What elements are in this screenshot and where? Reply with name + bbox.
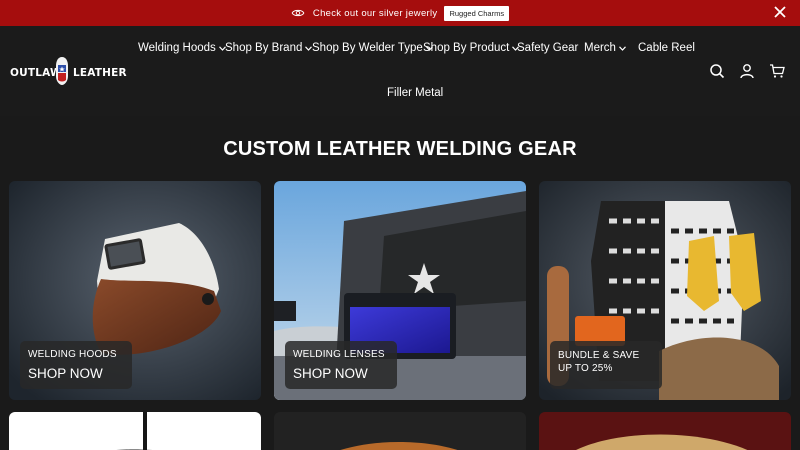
main-navigation: Welding Hoods Shop By Brand Shop By Weld… bbox=[130, 26, 695, 116]
product-image-partial bbox=[576, 434, 748, 450]
card-label: WELDING LENSES SHOP NOW bbox=[285, 341, 397, 389]
category-card-row2-2[interactable] bbox=[274, 412, 526, 450]
cart-icon[interactable] bbox=[769, 63, 785, 79]
nav-label: Welding Hoods bbox=[138, 42, 216, 54]
category-card-row2-1[interactable] bbox=[9, 412, 261, 450]
nav-item-shop-by-brand[interactable]: Shop By Brand bbox=[225, 42, 313, 54]
nav-label: Merch bbox=[584, 42, 616, 54]
nav-item-welding-hoods[interactable]: Welding Hoods bbox=[138, 42, 226, 54]
site-logo[interactable]: OUTLAW LEATHER bbox=[10, 56, 127, 86]
category-card-row2-3[interactable] bbox=[539, 412, 791, 450]
category-card-bundle[interactable]: BUNDLE & SAVE UP TO 25% bbox=[539, 181, 791, 400]
product-image-partial bbox=[340, 442, 458, 450]
account-icon[interactable] bbox=[739, 63, 755, 79]
eye-icon bbox=[291, 9, 305, 17]
search-icon[interactable] bbox=[709, 63, 725, 79]
nav-item-safety-gear[interactable]: Safety Gear bbox=[517, 42, 578, 54]
shop-now-link[interactable]: SHOP NOW bbox=[28, 366, 124, 381]
card-title[interactable]: BUNDLE & SAVE UP TO 25% bbox=[558, 349, 654, 375]
nav-item-shop-by-product[interactable]: Shop By Product bbox=[423, 42, 520, 54]
page-title: CUSTOM LEATHER WELDING GEAR bbox=[223, 138, 577, 160]
shop-now-link[interactable]: SHOP NOW bbox=[293, 366, 389, 381]
nav-label: Shop By Welder Type bbox=[312, 42, 423, 54]
nav-label: Safety Gear bbox=[517, 42, 579, 54]
rugged-charms-button[interactable]: Rugged Charms bbox=[444, 5, 510, 21]
chevron-down-icon bbox=[619, 45, 626, 51]
card-label: BUNDLE & SAVE UP TO 25% bbox=[550, 341, 662, 389]
category-card-welding-lenses[interactable]: WELDING LENSES SHOP NOW bbox=[274, 181, 526, 400]
nav-item-filler-metal[interactable]: Filler Metal bbox=[387, 87, 443, 99]
category-card-welding-hoods[interactable]: WELDING HOODS SHOP NOW bbox=[9, 181, 261, 400]
nav-item-shop-by-welder-type[interactable]: Shop By Welder Type bbox=[312, 42, 433, 54]
nav-item-merch[interactable]: Merch bbox=[584, 42, 626, 54]
card-title: WELDING HOODS bbox=[28, 349, 117, 360]
nav-label: Cable Reel bbox=[638, 42, 695, 54]
close-icon[interactable] bbox=[774, 6, 786, 18]
announcement-bar: Check out our silver jewerly Rugged Char… bbox=[0, 0, 800, 26]
card-title: WELDING LENSES bbox=[293, 349, 385, 360]
announcement-message[interactable]: Check out our silver jewerly bbox=[313, 8, 438, 19]
texas-emblem-icon bbox=[56, 57, 68, 85]
site-header: OUTLAW LEATHER Welding Hoods Shop By Bra… bbox=[0, 26, 800, 116]
nav-label: Shop By Brand bbox=[225, 42, 303, 54]
logo-word-leather: LEATHER bbox=[73, 67, 127, 79]
nav-item-cable-reel[interactable]: Cable Reel bbox=[638, 42, 695, 54]
nav-label: Shop By Product bbox=[423, 42, 510, 54]
nav-label: Filler Metal bbox=[387, 87, 444, 99]
product-image-partial bbox=[118, 412, 150, 450]
card-label: WELDING HOODS SHOP NOW bbox=[20, 341, 132, 389]
